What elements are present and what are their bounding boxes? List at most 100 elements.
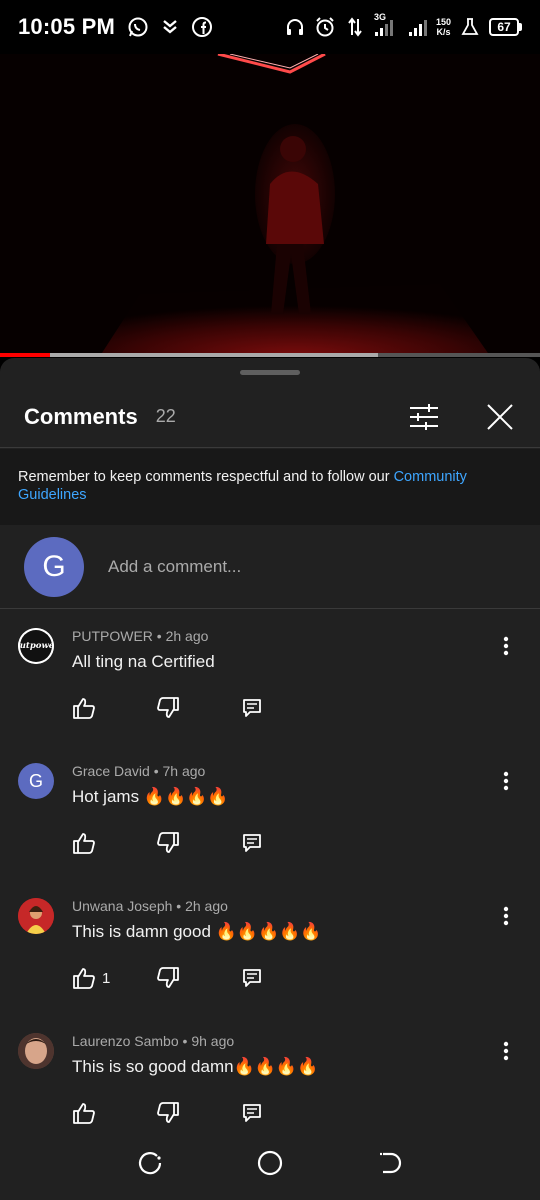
back-icon[interactable]	[374, 1147, 406, 1179]
headphones-icon	[284, 16, 306, 38]
thumbs-up-icon[interactable]	[72, 1101, 96, 1125]
comment-author[interactable]: PUTPOWER	[72, 628, 153, 644]
reply-icon[interactable]	[240, 1101, 264, 1125]
comment-avatar-initial: G	[28, 770, 43, 791]
like-control: 1	[72, 966, 156, 990]
comments-header: Comments 22	[0, 386, 540, 448]
recent-apps-icon[interactable]	[134, 1147, 166, 1179]
signal-icon: 3G	[374, 12, 400, 38]
more-options-icon[interactable]	[494, 1039, 518, 1063]
network-speed: 150 K/s	[436, 17, 451, 37]
home-icon[interactable]	[254, 1147, 286, 1179]
video-progress-fill	[0, 353, 51, 357]
comment-item: Unwana Joseph • 2h ago This is damn good…	[0, 880, 540, 1015]
comment-avatar[interactable]	[18, 1033, 54, 1069]
comment-age: 7h ago	[162, 763, 206, 779]
drag-handle[interactable]	[240, 370, 300, 375]
thumbs-up-icon[interactable]	[72, 831, 96, 855]
screen: 10:05 PM 3G 150 K/s 67 Comments 22 Remem…	[0, 0, 540, 1200]
comment-actions: 1	[72, 966, 264, 990]
video-buffer-bar	[0, 353, 378, 357]
status-time: 10:05 PM	[18, 14, 115, 39]
comment-age: 9h ago	[191, 1033, 235, 1049]
comment-author[interactable]: Grace David	[72, 763, 150, 779]
flask-icon	[459, 16, 481, 38]
user-photo-icon	[18, 898, 54, 934]
reply-icon[interactable]	[240, 831, 264, 855]
notification-icons	[127, 16, 213, 38]
user-photo-icon	[18, 1033, 54, 1069]
thumbs-down-icon[interactable]	[156, 1101, 180, 1125]
comment-text: All ting na Certified	[72, 652, 215, 671]
more-options-icon[interactable]	[494, 904, 518, 928]
signal-2-icon	[408, 16, 428, 38]
comments-sheet: Comments 22 Remember to keep comments re…	[0, 358, 540, 1200]
comment-actions	[72, 1101, 264, 1125]
video-player[interactable]	[0, 54, 540, 356]
facebook-icon	[191, 16, 213, 38]
comment-author[interactable]: Laurenzo Sambo	[72, 1033, 179, 1049]
thumbs-down-icon[interactable]	[156, 831, 180, 855]
comments-list: Putpower PUTPOWER • 2h ago All ting na C…	[0, 610, 540, 1150]
video-progress-bar[interactable]	[0, 353, 540, 357]
comment-author[interactable]: Unwana Joseph	[72, 898, 172, 914]
add-comment-row[interactable]: G Add a comment...	[0, 525, 540, 609]
user-avatar: G	[24, 536, 84, 597]
dislike-control	[156, 696, 240, 720]
header-actions	[408, 401, 516, 433]
like-count: 1	[102, 969, 111, 987]
network-type: 3G	[373, 12, 386, 22]
comment-text: This is so good damn🔥🔥🔥🔥	[72, 1057, 319, 1076]
comment-actions	[72, 831, 264, 855]
reply-icon[interactable]	[240, 966, 264, 990]
battery-indicator: 67	[489, 18, 522, 36]
video-frame	[0, 54, 540, 356]
user-avatar-initial: G	[42, 549, 66, 583]
comment-avatar[interactable]: G	[18, 763, 54, 799]
comment-text: Hot jams 🔥🔥🔥🔥	[72, 787, 229, 806]
like-control	[72, 831, 156, 855]
more-options-icon[interactable]	[494, 769, 518, 793]
thumbs-down-icon[interactable]	[156, 696, 180, 720]
dislike-control	[156, 966, 240, 990]
like-control	[72, 696, 156, 720]
reply-icon[interactable]	[240, 696, 264, 720]
system-nav-bar	[0, 1126, 540, 1200]
comment-meta: Grace David • 7h ago	[72, 763, 206, 779]
like-control	[72, 1101, 156, 1125]
alarm-icon	[314, 16, 336, 38]
status-bar: 10:05 PM 3G 150 K/s 67	[0, 0, 540, 54]
putpower-logo-text: Putpower	[18, 641, 54, 651]
dislike-control	[156, 831, 240, 855]
close-icon[interactable]	[484, 401, 516, 433]
guidelines-text: Remember to keep comments respectful and…	[18, 469, 394, 485]
comments-title: Comments	[24, 403, 138, 429]
dislike-control	[156, 1101, 240, 1125]
whatsapp-icon	[127, 16, 149, 38]
comment-meta: Unwana Joseph • 2h ago	[72, 898, 228, 914]
battery-level: 67	[489, 18, 519, 36]
comment-meta: Laurenzo Sambo • 9h ago	[72, 1033, 235, 1049]
data-arrows-icon	[344, 16, 366, 38]
comment-meta: PUTPOWER • 2h ago	[72, 628, 209, 644]
speed-value: 150	[435, 17, 451, 27]
add-comment-input[interactable]: Add a comment...	[108, 557, 241, 577]
comment-item: G Grace David • 7h ago Hot jams 🔥🔥🔥🔥	[0, 745, 540, 880]
thumbs-down-icon[interactable]	[156, 966, 180, 990]
app-icon	[159, 16, 181, 38]
comment-item: Putpower PUTPOWER • 2h ago All ting na C…	[0, 610, 540, 745]
more-options-icon[interactable]	[494, 634, 518, 658]
battery-tip	[519, 23, 522, 31]
guidelines-notice: Remember to keep comments respectful and…	[0, 449, 540, 525]
filter-icon[interactable]	[408, 401, 440, 433]
comment-avatar[interactable]	[18, 898, 54, 934]
comment-actions	[72, 696, 264, 720]
system-icons: 3G 150 K/s 67	[284, 12, 522, 38]
comment-avatar[interactable]: Putpower	[18, 628, 54, 664]
comments-count: 22	[155, 406, 176, 426]
thumbs-up-icon[interactable]	[72, 696, 96, 720]
comment-text: This is damn good 🔥🔥🔥🔥🔥	[72, 922, 322, 941]
speed-unit: K/s	[436, 27, 451, 37]
comment-age: 2h ago	[165, 628, 209, 644]
thumbs-up-icon[interactable]	[72, 966, 96, 990]
